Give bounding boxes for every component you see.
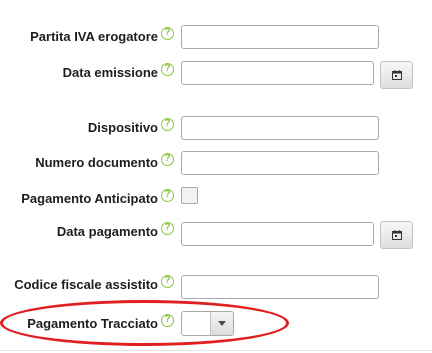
help-icon[interactable]: ? [161,275,174,288]
label-data-emissione: Data emissione [62,65,158,80]
label-numero-documento: Numero documento [35,155,158,170]
partita-iva-input[interactable] [181,25,379,49]
help-icon[interactable]: ? [161,63,174,76]
chevron-down-icon[interactable] [210,312,233,335]
label-pagamento-anticipato: Pagamento Anticipato [21,191,158,206]
calendar-icon [392,230,402,240]
help-icon[interactable]: ? [161,27,174,40]
pagamento-anticipato-checkbox[interactable] [181,187,198,204]
help-icon[interactable]: ? [161,118,174,131]
data-emissione-calendar-button[interactable] [380,61,413,89]
data-emissione-input[interactable] [181,61,374,85]
label-codice-fiscale: Codice fiscale assistito [14,277,158,292]
help-icon[interactable]: ? [161,222,174,235]
label-partita-iva: Partita IVA erogatore [30,29,158,44]
help-icon[interactable]: ? [161,314,174,327]
codice-fiscale-input[interactable] [181,275,379,299]
label-dispositivo: Dispositivo [87,120,158,135]
numero-documento-input[interactable] [181,151,379,175]
help-icon[interactable]: ? [161,153,174,166]
data-pagamento-input[interactable] [181,222,374,246]
label-data-pagamento: Data pagamento [56,224,158,239]
calendar-icon [392,70,402,80]
label-pagamento-tracciato: Pagamento Tracciato [27,316,158,331]
bottom-divider [0,350,432,351]
help-icon[interactable]: ? [161,189,174,202]
dispositivo-input[interactable] [181,116,379,140]
data-pagamento-calendar-button[interactable] [380,221,413,249]
pagamento-tracciato-select[interactable] [181,311,234,336]
